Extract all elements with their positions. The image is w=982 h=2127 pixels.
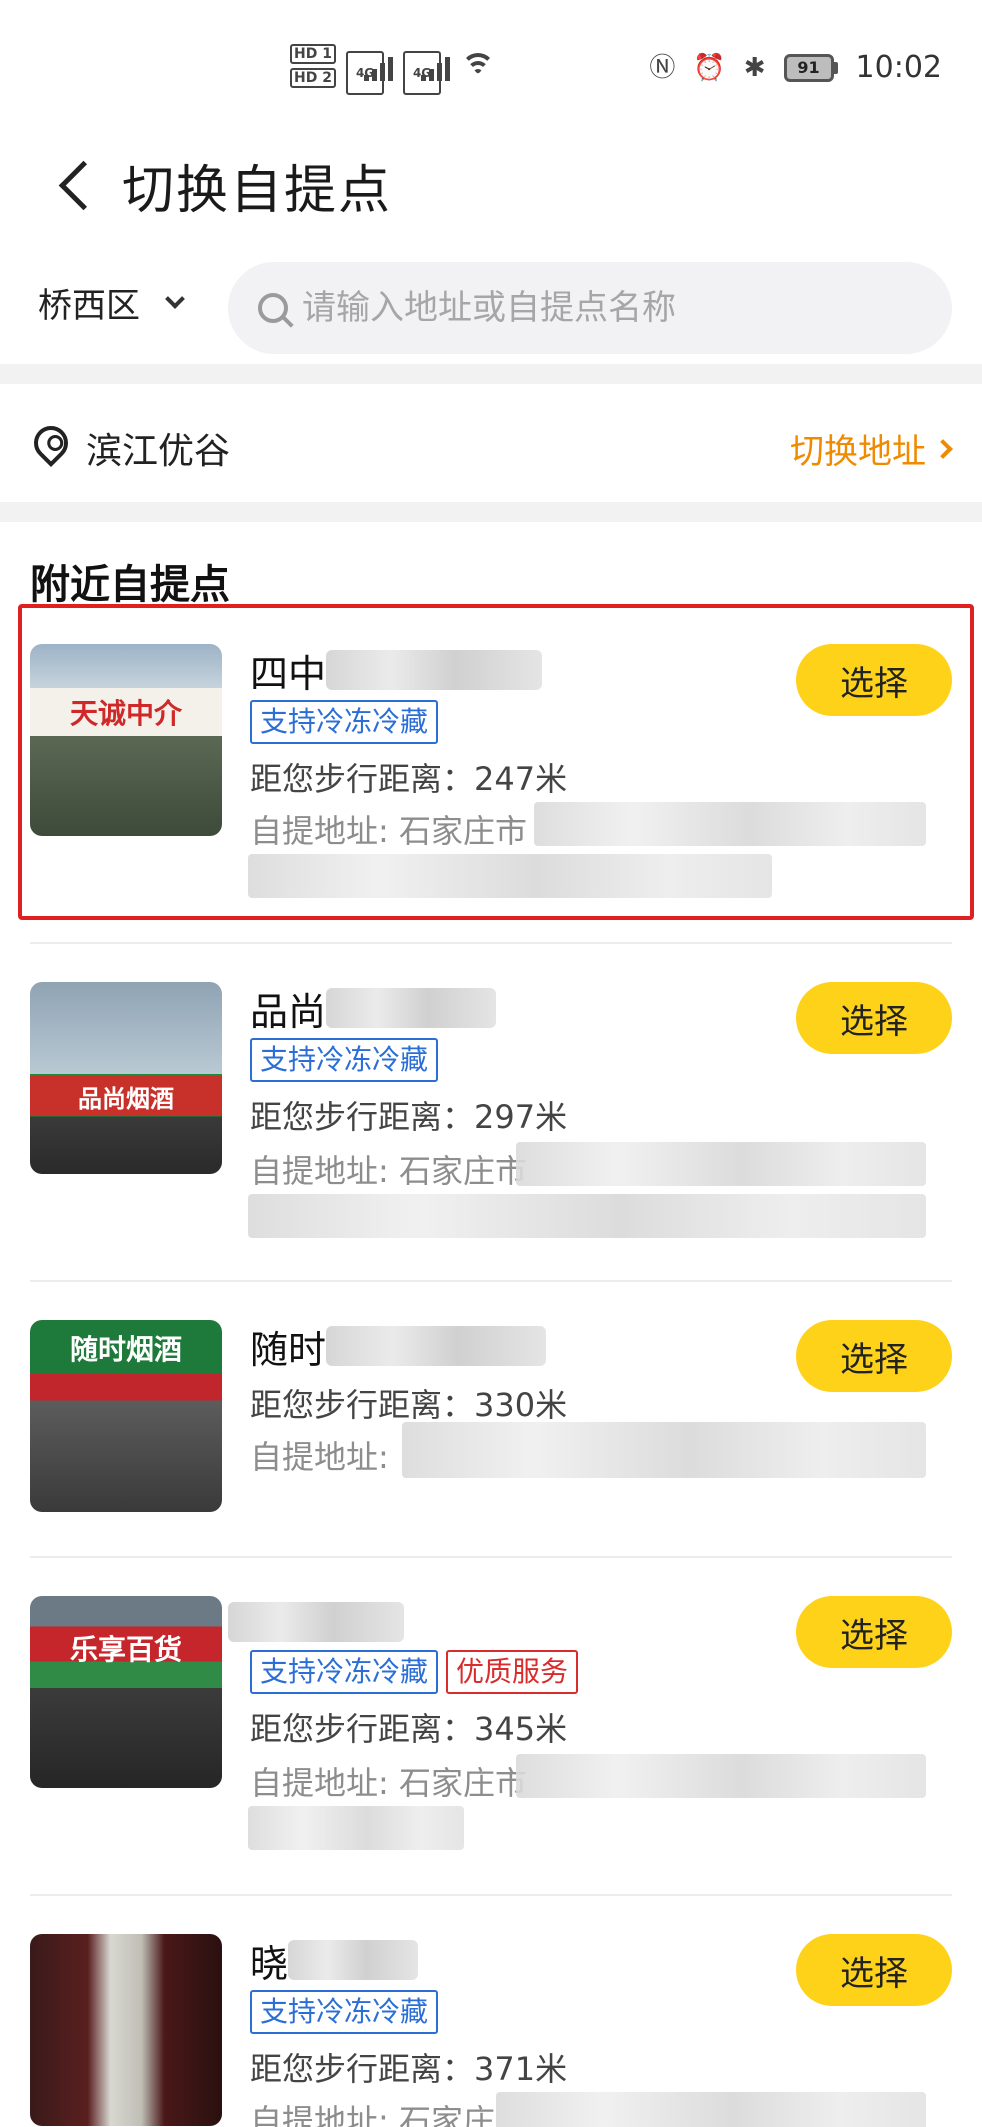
storefront-sign: 品尚烟酒 bbox=[30, 1076, 222, 1116]
search-row: 桥西区 bbox=[0, 258, 982, 358]
storefront-sign bbox=[30, 1962, 222, 2010]
store-thumbnail: 随时烟酒 bbox=[30, 1320, 222, 1512]
selected-highlight bbox=[18, 604, 974, 920]
pickup-item[interactable]: 品尚烟酒 品尚 支持冷冻冷藏 距您步行距离：297米 自提地址: 石家庄市 选择 bbox=[0, 982, 982, 1238]
redacted-address bbox=[402, 1422, 926, 1478]
tag-quality-service: 优质服务 bbox=[446, 1650, 579, 1694]
status-left: HD 1 HD 2 4G 4G bbox=[290, 44, 496, 95]
bluetooth-icon: ✱ bbox=[743, 52, 766, 83]
switch-address-label: 切换地址 bbox=[790, 432, 926, 472]
store-name-row: 晓 bbox=[250, 1936, 419, 1986]
district-label: 桥西区 bbox=[38, 286, 140, 326]
tag-cold-storage: 支持冷冻冷藏 bbox=[250, 1038, 439, 1082]
redacted-address bbox=[248, 1194, 926, 1238]
store-name-row: 随时 bbox=[250, 1322, 547, 1372]
item-divider bbox=[30, 1556, 952, 1558]
pickup-item[interactable]: 随时烟酒 随时 距您步行距离：330米 自提地址: 选择 bbox=[0, 1320, 982, 1516]
chevron-right-icon bbox=[933, 438, 953, 459]
select-button[interactable]: 选择 bbox=[796, 982, 952, 1054]
signal-2-type: 4G bbox=[402, 51, 442, 95]
item-divider bbox=[30, 1894, 952, 1896]
chevron-down-icon bbox=[165, 288, 185, 309]
search-box[interactable] bbox=[228, 262, 952, 354]
pickup-address: 自提地址: 石家庄市 bbox=[250, 1152, 527, 1190]
store-thumbnail: 乐享百货 bbox=[30, 1596, 222, 1788]
battery-level: 91 bbox=[783, 53, 834, 82]
alarm-icon: ⏰ bbox=[693, 52, 726, 83]
item-divider bbox=[30, 1280, 952, 1282]
walking-distance: 距您步行距离：330米 bbox=[250, 1386, 568, 1424]
redacted-address bbox=[516, 1754, 926, 1798]
select-button[interactable]: 选择 bbox=[796, 1320, 952, 1392]
header: 切换自提点 bbox=[0, 140, 982, 250]
redacted-address bbox=[516, 1142, 926, 1186]
section-divider bbox=[0, 364, 982, 384]
store-thumbnail bbox=[30, 1934, 222, 2126]
pickup-address: 自提地址: 石家庄市 bbox=[250, 1764, 527, 1802]
search-icon bbox=[258, 293, 288, 323]
hd2-badge: HD 2 bbox=[290, 68, 336, 88]
walking-distance: 距您步行距离：345米 bbox=[250, 1710, 568, 1748]
nfc-icon: Ⓝ bbox=[649, 52, 676, 83]
select-button[interactable]: 选择 bbox=[796, 1596, 952, 1668]
tag-cold-storage: 支持冷冻冷藏 bbox=[250, 1650, 439, 1694]
walking-distance: 距您步行距离：297米 bbox=[250, 1098, 568, 1136]
store-name: 品尚 bbox=[250, 989, 327, 1034]
pickup-item[interactable]: 晓 支持冷冻冷藏 距您步行距离：371米 自提地址: 石家庄 选择 bbox=[0, 1934, 982, 2127]
tag-list: 支持冷冻冷藏 bbox=[250, 1990, 439, 2034]
location-pin-icon bbox=[26, 418, 76, 468]
tag-list: 支持冷冻冷藏 bbox=[250, 1038, 439, 1082]
storefront-sign: 随时烟酒 bbox=[69, 1333, 182, 1366]
current-location-name: 滨江优谷 bbox=[86, 431, 231, 472]
hd1-badge: HD 1 bbox=[290, 44, 336, 64]
pickup-item[interactable]: 乐享百货 支持冷冻冷藏 优质服务 距您步行距离：345米 自提地址: 石家庄市 … bbox=[0, 1596, 982, 1852]
store-name-row bbox=[228, 1598, 404, 1646]
storefront-sign: 乐享百货 bbox=[69, 1633, 182, 1666]
select-button[interactable]: 选择 bbox=[796, 1934, 952, 2006]
walking-distance: 距您步行距离：371米 bbox=[250, 2050, 568, 2088]
store-name-row: 品尚 bbox=[250, 984, 497, 1034]
signal-1-type: 4G bbox=[345, 51, 385, 95]
status-right: Ⓝ ⏰ ✱ 91 10:02 bbox=[649, 50, 942, 85]
redacted-address bbox=[496, 2092, 926, 2127]
store-name: 随时 bbox=[250, 1327, 327, 1372]
search-input[interactable] bbox=[302, 288, 902, 328]
switch-address-button[interactable]: 切换地址 bbox=[790, 424, 953, 473]
pickup-address: 自提地址: bbox=[250, 1438, 389, 1476]
hd-indicators: HD 1 HD 2 bbox=[290, 44, 336, 88]
redacted-address bbox=[248, 1806, 464, 1850]
store-thumbnail: 品尚烟酒 bbox=[30, 982, 222, 1174]
redacted-name bbox=[288, 1940, 419, 1980]
page-title: 切换自提点 bbox=[122, 161, 393, 221]
clock: 10:02 bbox=[855, 50, 942, 85]
battery-icon: 91 bbox=[783, 53, 838, 82]
redacted-name bbox=[326, 988, 497, 1028]
signal-1-icon: 4G bbox=[345, 51, 393, 95]
wifi-icon bbox=[460, 51, 496, 81]
tag-cold-storage: 支持冷冻冷藏 bbox=[250, 1990, 439, 2034]
redacted-name bbox=[228, 1602, 404, 1642]
tag-list: 支持冷冻冷藏 优质服务 bbox=[250, 1650, 579, 1694]
store-name: 晓 bbox=[250, 1941, 289, 1986]
status-bar: HD 1 HD 2 4G 4G Ⓝ ⏰ ✱ 91 10:02 bbox=[0, 0, 982, 140]
item-divider bbox=[30, 942, 952, 944]
signal-2-icon: 4G bbox=[402, 51, 450, 95]
section-title: 附近自提点 bbox=[30, 562, 230, 608]
back-icon[interactable] bbox=[48, 154, 98, 214]
current-location-row: 滨江优谷 切换地址 bbox=[0, 386, 982, 500]
section-divider bbox=[0, 502, 982, 522]
district-selector[interactable]: 桥西区 bbox=[38, 278, 185, 327]
pickup-address: 自提地址: 石家庄 bbox=[250, 2102, 495, 2127]
redacted-name bbox=[326, 1326, 547, 1366]
